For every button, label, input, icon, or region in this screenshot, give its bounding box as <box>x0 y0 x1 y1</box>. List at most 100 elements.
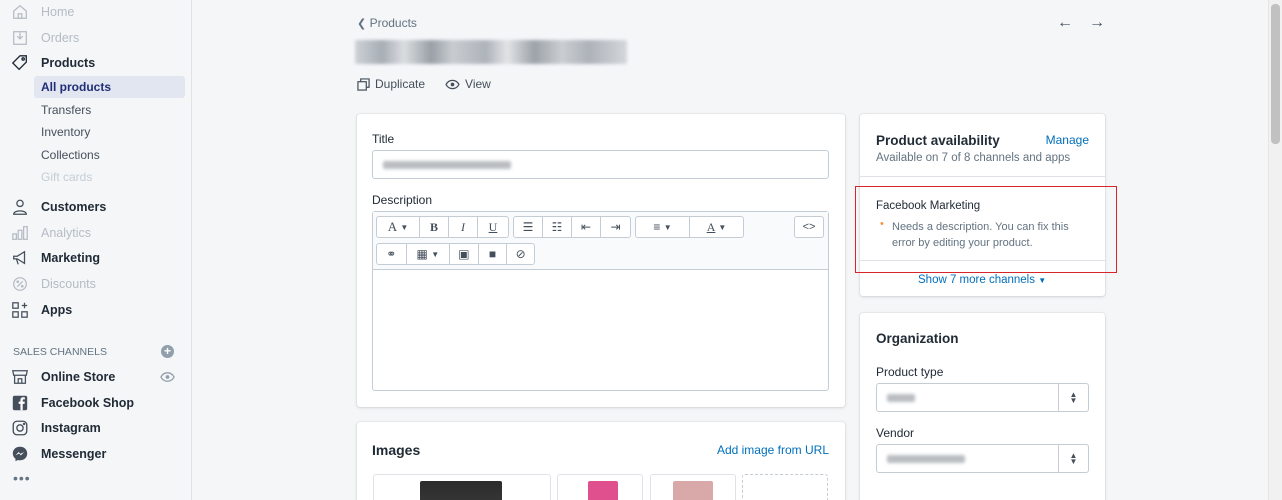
availability-heading: Product availability <box>876 133 1000 148</box>
megaphone-icon <box>11 249 29 267</box>
align-left-icon: ≡ <box>653 220 661 234</box>
sidebar-item-gift-cards[interactable]: Gift cards <box>34 166 185 188</box>
nav-label: Home <box>41 5 75 19</box>
video-icon[interactable]: ■ <box>479 244 508 264</box>
duplicate-button[interactable]: Duplicate <box>357 77 425 91</box>
duplicate-icon <box>357 77 370 91</box>
align-color-group: ≡ ▼ A ▼ <box>635 216 744 238</box>
tag-icon <box>11 54 29 72</box>
previous-product-icon[interactable]: ← <box>1057 14 1073 32</box>
nav-home[interactable]: Home <box>0 0 192 24</box>
view-label: View <box>465 77 491 91</box>
product-image[interactable] <box>650 474 736 500</box>
vendor-label: Vendor <box>876 426 915 440</box>
align-button[interactable]: ≡ ▼ <box>636 217 690 237</box>
product-type-value <box>887 394 915 402</box>
home-icon <box>11 3 29 21</box>
nav-products[interactable]: Products <box>0 51 192 75</box>
title-label: Title <box>372 132 395 146</box>
image-icon[interactable]: ▣ <box>450 244 479 264</box>
product-type-select[interactable]: ▲ ▼ <box>876 383 1089 412</box>
breadcrumb-products: Products <box>369 16 417 30</box>
table-button[interactable]: ▦ ▼ <box>407 244 451 264</box>
image-dropzone[interactable] <box>742 474 828 500</box>
main-content: ❮ Products Duplicate View ← → Title Desc… <box>193 0 1268 500</box>
numbered-list-icon[interactable]: ☷ <box>543 217 572 237</box>
description-editor: A ▼ B I U ☰ ☷ ⇤ ⇥ ≡ ▼ A ▼ <> ⚭ ▦ ▼ ▣ ■ ⊘ <box>372 211 829 391</box>
add-channel-icon[interactable]: + <box>161 345 174 358</box>
organization-heading: Organization <box>876 331 959 346</box>
select-arrows-icon: ▲ ▼ <box>1058 445 1088 472</box>
product-type-label: Product type <box>876 365 944 379</box>
more-icon[interactable]: ••• <box>13 470 31 486</box>
product-image[interactable] <box>557 474 643 500</box>
underline-button[interactable]: U <box>478 217 508 237</box>
list-group: ☰ ☷ ⇤ ⇥ <box>513 216 631 238</box>
sidebar-item-collections[interactable]: Collections <box>34 144 185 166</box>
sidebar-item-transfers[interactable]: Transfers <box>34 99 185 121</box>
nav-apps[interactable]: Apps <box>0 298 192 322</box>
description-label: Description <box>372 193 433 207</box>
link-icon[interactable]: ⚭ <box>377 244 407 264</box>
product-image[interactable] <box>373 474 551 500</box>
show-more-channels-button[interactable]: Show 7 more channels ▼ <box>918 274 1046 286</box>
add-image-from-url-link[interactable]: Add image from URL <box>717 443 829 457</box>
manage-link[interactable]: Manage <box>1046 133 1089 147</box>
nav-marketing[interactable]: Marketing <box>0 246 192 270</box>
indent-icon[interactable]: ⇥ <box>601 217 630 237</box>
sidebar-item-inventory[interactable]: Inventory <box>34 121 185 143</box>
bar-chart-icon <box>11 224 29 242</box>
caret-down-icon: ▼ <box>1038 276 1047 285</box>
nav-label: Facebook Shop <box>41 396 135 410</box>
organization-card: Organization Product type ▲ ▼ Vendor ▲ ▼ <box>860 313 1105 500</box>
view-button[interactable]: View <box>445 77 491 91</box>
sales-channels-heading: SALES CHANNELS <box>13 346 107 358</box>
select-arrows-icon: ▲ ▼ <box>1058 384 1088 411</box>
images-heading: Images <box>372 442 421 458</box>
bold-button[interactable]: B <box>420 217 449 237</box>
store-icon <box>11 368 29 386</box>
show-html-button[interactable]: <> <box>794 216 824 238</box>
facebook-icon <box>11 394 29 412</box>
vendor-select[interactable]: ▲ ▼ <box>876 444 1089 473</box>
nav-label: Online Store <box>41 370 116 384</box>
nav-label: Orders <box>41 31 80 45</box>
scrollbar[interactable] <box>1268 0 1282 500</box>
divider <box>860 176 1105 177</box>
outdent-icon[interactable]: ⇤ <box>572 217 601 237</box>
next-product-icon[interactable]: → <box>1089 14 1105 32</box>
sidebar-item-all-products[interactable]: All products <box>34 76 185 98</box>
title-input[interactable] <box>372 150 829 179</box>
availability-summary: Available on 7 of 8 channels and apps <box>876 152 1071 164</box>
nav-analytics[interactable]: Analytics <box>0 221 192 245</box>
bulleted-list-icon[interactable]: ☰ <box>514 217 543 237</box>
nav-label: Discounts <box>41 277 96 291</box>
eye-icon[interactable] <box>160 371 175 383</box>
editor-toolbar: A ▼ B I U ☰ ☷ ⇤ ⇥ ≡ ▼ A ▼ <> ⚭ ▦ ▼ ▣ ■ ⊘ <box>373 212 828 270</box>
scrollbar-thumb[interactable] <box>1271 4 1280 144</box>
sidebar: Home Orders Products All products Transf… <box>0 0 192 500</box>
nav-orders[interactable]: Orders <box>0 26 192 50</box>
text-color-button[interactable]: A ▼ <box>690 217 743 237</box>
channel-facebook-shop[interactable]: Facebook Shop <box>0 391 192 415</box>
error-highlight <box>855 186 1117 273</box>
messenger-icon <box>11 445 29 463</box>
chevron-left-icon: ❮ <box>357 18 367 30</box>
italic-button[interactable]: I <box>449 217 478 237</box>
nav-label: Instagram <box>41 421 101 435</box>
breadcrumb[interactable]: ❮ Products <box>357 16 417 30</box>
channel-messenger[interactable]: Messenger <box>0 442 192 466</box>
person-icon <box>11 198 29 216</box>
nav-label: Messenger <box>41 447 107 461</box>
discount-icon <box>11 275 29 293</box>
instagram-icon <box>11 419 29 437</box>
nav-discounts[interactable]: Discounts <box>0 272 192 296</box>
product-details-card: Title Description A ▼ B I U ☰ ☷ ⇤ ⇥ ≡ ▼ … <box>357 114 845 407</box>
channel-instagram[interactable]: Instagram <box>0 416 192 440</box>
title-input-value <box>383 161 511 169</box>
nav-customers[interactable]: Customers <box>0 195 192 219</box>
nav-label: Customers <box>41 200 107 214</box>
clear-format-icon[interactable]: ⊘ <box>507 244 534 264</box>
font-style-button[interactable]: A ▼ <box>377 217 420 237</box>
insert-group: ⚭ ▦ ▼ ▣ ■ ⊘ <box>376 243 535 265</box>
